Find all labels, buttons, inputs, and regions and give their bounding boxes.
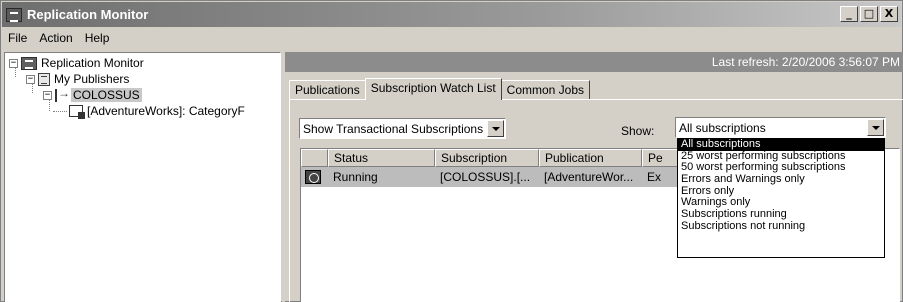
- collapse-icon[interactable]: −: [9, 58, 18, 68]
- menu-file[interactable]: File: [2, 31, 33, 45]
- show-filter-select[interactable]: All subscriptions: [675, 117, 886, 138]
- column-header-subscription[interactable]: Subscription: [435, 149, 539, 167]
- navigation-tree: − Replication Monitor − My Publishers − …: [4, 52, 281, 302]
- show-label: Show:: [621, 124, 655, 138]
- option-errors-and-warnings[interactable]: Errors and Warnings only: [678, 173, 884, 186]
- chevron-down-icon[interactable]: [487, 120, 504, 137]
- monitor-icon: [21, 56, 37, 70]
- row-status-cell: [301, 167, 328, 187]
- minimize-button[interactable]: _: [840, 6, 858, 22]
- grid-header: Status Subscription Publication Pe: [301, 149, 702, 167]
- tree-label: Replication Monitor: [41, 56, 144, 70]
- option-all-subscriptions[interactable]: All subscriptions: [678, 138, 884, 151]
- tab-common-jobs[interactable]: Common Jobs: [500, 80, 591, 100]
- tab-publications[interactable]: Publications: [289, 80, 366, 100]
- tab-subscription-watch-list[interactable]: Subscription Watch List: [364, 78, 502, 100]
- maximize-button[interactable]: □: [860, 6, 878, 22]
- show-filter-dropdown: All subscriptions 25 worst performing su…: [677, 138, 885, 258]
- subscription-type-select[interactable]: Show Transactional Subscriptions: [299, 118, 506, 139]
- window-title: Replication Monitor: [27, 7, 149, 22]
- tree-item-replication-monitor[interactable]: − Replication Monitor: [9, 55, 144, 71]
- option-subscriptions-not-running[interactable]: Subscriptions not running: [678, 220, 884, 233]
- table-row[interactable]: Running [COLOSSUS].[... [AdventureWor...…: [301, 167, 702, 187]
- tab-strip: Publications Subscription Watch List Com…: [289, 78, 591, 100]
- publishers-icon: [38, 72, 50, 86]
- chevron-down-icon[interactable]: [867, 119, 884, 136]
- menu-bar: File Action Help: [2, 28, 901, 48]
- row-status: Running: [333, 170, 378, 184]
- column-header-status[interactable]: Status: [328, 149, 435, 167]
- subscription-type-value: Show Transactional Subscriptions: [303, 121, 484, 136]
- server-icon: [55, 86, 70, 102]
- tree-item-my-publishers[interactable]: − My Publishers: [26, 71, 129, 87]
- running-status-icon: [305, 170, 321, 184]
- tree-item-publication[interactable]: [AdventureWorks]: CategoryF: [69, 103, 245, 119]
- tree-item-colossus[interactable]: − COLOSSUS: [43, 86, 142, 103]
- publication-icon: [69, 105, 85, 119]
- replication-monitor-icon: [6, 7, 22, 22]
- menu-action[interactable]: Action: [33, 31, 78, 45]
- menu-help[interactable]: Help: [79, 31, 116, 45]
- column-header-icon[interactable]: [301, 149, 328, 167]
- tree-label: COLOSSUS: [71, 88, 142, 102]
- collapse-icon[interactable]: −: [43, 90, 52, 100]
- title-bar[interactable]: Replication Monitor _ □ X: [2, 2, 901, 27]
- collapse-icon[interactable]: −: [26, 74, 35, 84]
- show-filter-value: All subscriptions: [679, 120, 766, 135]
- tree-label: [AdventureWorks]: CategoryF: [87, 104, 245, 118]
- tree-label: My Publishers: [54, 72, 130, 86]
- row-subscription: [COLOSSUS].[...: [440, 170, 531, 184]
- close-button[interactable]: X: [880, 6, 898, 22]
- column-header-publication[interactable]: Publication: [539, 149, 642, 167]
- replication-monitor-window: Replication Monitor _ □ X File Action He…: [0, 0, 903, 302]
- row-publication: [AdventureWor...: [544, 170, 634, 184]
- last-refresh-text: Last refresh: 2/20/2006 3:56:07 PM: [285, 52, 903, 72]
